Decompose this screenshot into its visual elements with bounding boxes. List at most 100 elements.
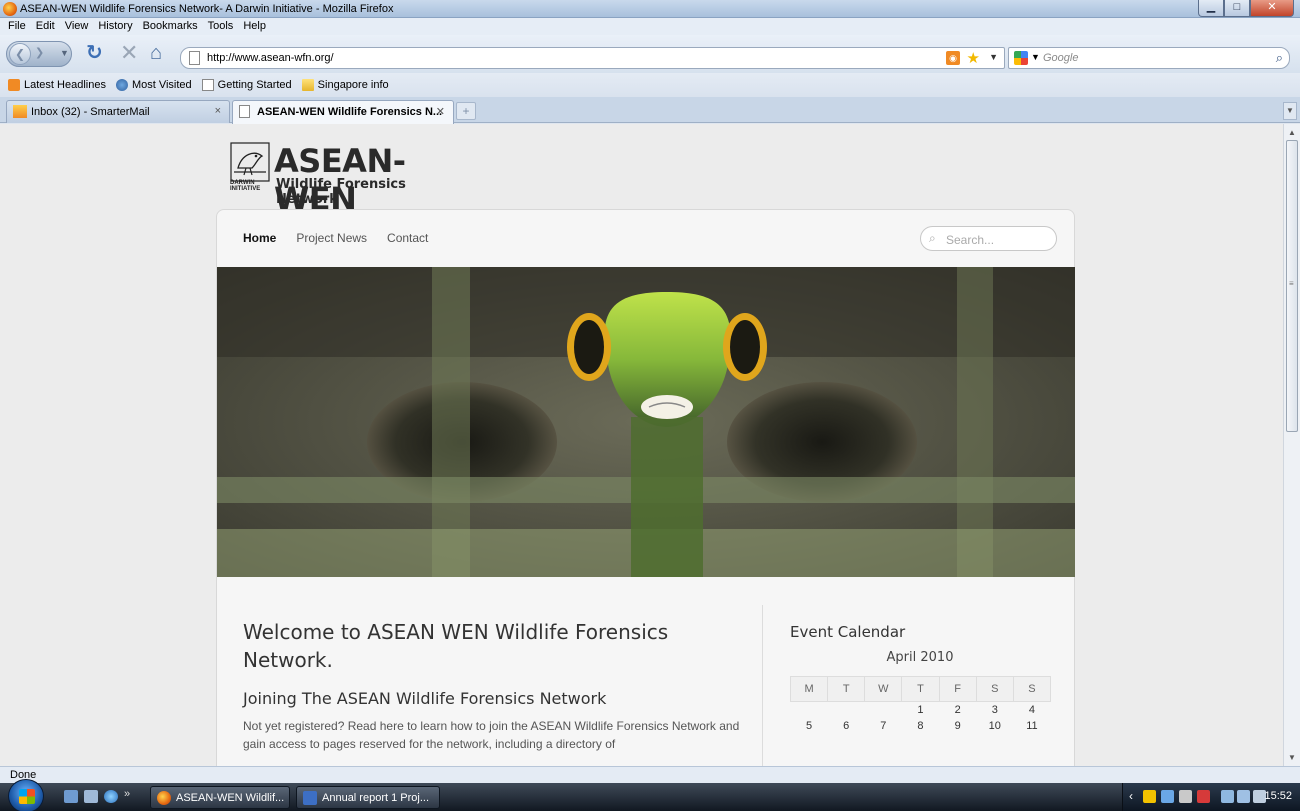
tray-utility-icon[interactable] <box>1179 790 1192 803</box>
taskbar-clock[interactable]: 15:52 <box>1264 790 1292 802</box>
event-calendar: Event Calendar April 2010 M T W T F S S … <box>789 623 1060 734</box>
taskbar-word-button[interactable]: Annual report 1 Proj... <box>296 786 440 809</box>
window-title: ASEAN-WEN Wildlife Forensics Network- A … <box>20 3 394 15</box>
url-text[interactable]: http://www.asean-wfn.org/ <box>207 52 334 64</box>
calendar-week-row: 1 2 3 4 <box>791 702 1051 718</box>
bookmark-label: Most Visited <box>131 79 192 91</box>
bookmark-latest-headlines[interactable]: Latest Headlines <box>8 79 110 91</box>
nav-project-news[interactable]: Project News <box>296 231 367 245</box>
calendar-day[interactable]: 7 <box>865 718 902 734</box>
taskbar-firefox-button[interactable]: ASEAN-WEN Wildlif... <box>150 786 290 809</box>
forward-button[interactable]: ❯ <box>35 46 44 59</box>
tab-list-icon[interactable]: ▼ <box>1283 102 1297 120</box>
vertical-scrollbar[interactable]: ▲ ≡ ▼ <box>1283 124 1300 766</box>
close-button[interactable]: ✕ <box>1250 0 1294 17</box>
back-forward-group: ❮ ❯ ▼ <box>6 41 72 67</box>
bookmark-label: Getting Started <box>217 79 292 91</box>
site-search-placeholder[interactable]: Search... <box>946 233 994 247</box>
start-button[interactable] <box>8 779 44 811</box>
weekday-wed: W <box>864 676 903 702</box>
menu-edit[interactable]: Edit <box>31 18 60 35</box>
switch-windows-icon[interactable] <box>84 790 98 803</box>
tray-network-icon[interactable] <box>1237 790 1250 803</box>
calendar-month: April 2010 <box>886 650 954 665</box>
bookmark-star-icon[interactable]: ★ <box>967 49 980 67</box>
site-logo[interactable]: DARWIN INITIATIVE ASEAN-WEN Wildlife For… <box>230 138 470 218</box>
history-dropdown-icon[interactable]: ▼ <box>60 48 69 58</box>
site-navigation: Home Project News Contact <box>243 231 428 245</box>
maximize-button[interactable]: □ <box>1224 0 1250 17</box>
weekday-fri: F <box>938 676 977 702</box>
menu-tools[interactable]: Tools <box>203 18 239 35</box>
reload-icon[interactable]: ↻ <box>86 43 103 63</box>
nav-home[interactable]: Home <box>243 231 276 245</box>
site-search-input[interactable]: ⌕ Search... <box>920 226 1057 251</box>
scroll-up-icon[interactable]: ▲ <box>1288 128 1296 137</box>
show-hidden-icons-icon[interactable]: ‹ <box>1129 789 1133 803</box>
new-tab-button[interactable]: + <box>456 102 476 120</box>
firefox-icon <box>157 791 171 805</box>
weekday-sun: S <box>1012 676 1052 702</box>
calendar-day[interactable]: 1 <box>902 702 939 718</box>
home-icon[interactable]: ⌂ <box>150 43 162 63</box>
web-search-bar[interactable]: ▼ Google ⌕ <box>1008 47 1290 69</box>
minimize-button[interactable]: ▁ <box>1198 0 1224 17</box>
scroll-down-icon[interactable]: ▼ <box>1288 753 1296 762</box>
taskbar-button-label: ASEAN-WEN Wildlif... <box>176 792 285 804</box>
nav-contact[interactable]: Contact <box>387 231 428 245</box>
tab-asean-wen[interactable]: ASEAN-WEN Wildlife Forensics N... ✕ <box>232 100 454 124</box>
calendar-day[interactable]: 6 <box>828 718 865 734</box>
calendar-day[interactable]: 9 <box>939 718 976 734</box>
page-icon <box>239 105 250 118</box>
calendar-day[interactable]: 11 <box>1013 718 1050 734</box>
back-button[interactable]: ❮ <box>9 43 31 65</box>
search-icon[interactable]: ⌕ <box>1276 50 1283 66</box>
join-title[interactable]: Joining The ASEAN Wildlife Forensics Net… <box>243 689 743 708</box>
calendar-day[interactable]: 4 <box>1013 702 1050 718</box>
calendar-day[interactable]: 3 <box>976 702 1013 718</box>
bookmark-most-visited[interactable]: Most Visited <box>115 79 196 91</box>
tab-label: Inbox (32) - SmarterMail <box>31 106 150 118</box>
search-engine-dropdown-icon[interactable]: ▼ <box>1031 52 1040 62</box>
calendar-day[interactable]: 10 <box>976 718 1013 734</box>
navigation-toolbar: ❮ ❯ ▼ ↻ ✕ ⌂ http://www.asean-wfn.org/ ◉ … <box>0 35 1300 73</box>
menu-bookmarks[interactable]: Bookmarks <box>138 18 203 35</box>
tray-network-app-icon[interactable] <box>1161 790 1174 803</box>
page-icon <box>201 79 214 91</box>
join-text: Not yet registered? Read here to learn h… <box>243 719 740 751</box>
bookmark-label: Singapore info <box>317 79 389 91</box>
bookmark-label: Latest Headlines <box>24 79 106 91</box>
url-dropdown-icon[interactable]: ▼ <box>989 52 998 62</box>
welcome-section: Welcome to ASEAN WEN Wildlife Forensics … <box>243 618 743 753</box>
calendar-day <box>865 702 902 718</box>
bookmark-getting-started[interactable]: Getting Started <box>201 79 296 91</box>
menu-file[interactable]: File <box>3 18 31 35</box>
calendar-day[interactable]: 2 <box>939 702 976 718</box>
show-desktop-icon[interactable] <box>64 790 78 803</box>
menu-view[interactable]: View <box>60 18 94 35</box>
tab-close-icon[interactable]: ✕ <box>436 105 445 118</box>
tray-antivirus-icon[interactable] <box>1197 790 1210 803</box>
menu-history[interactable]: History <box>93 18 137 35</box>
tab-smartermail[interactable]: Inbox (32) - SmarterMail × <box>6 100 230 123</box>
hero-banner-image <box>217 267 1075 577</box>
tray-app-icon[interactable] <box>1143 790 1156 803</box>
menu-help[interactable]: Help <box>238 18 271 35</box>
tab-close-icon[interactable]: × <box>215 105 221 117</box>
google-icon[interactable] <box>1014 51 1028 65</box>
calendar-day[interactable]: 8 <box>902 718 939 734</box>
calendar-table: M T W T F S S 1 2 3 4 5 6 7 8 9 10 11 <box>789 676 1052 734</box>
site-content-card: Home Project News Contact ⌕ Search... We… <box>216 209 1075 766</box>
quick-launch-more[interactable]: » <box>124 788 130 800</box>
web-search-placeholder[interactable]: Google <box>1043 52 1078 64</box>
stop-icon[interactable]: ✕ <box>120 42 138 64</box>
url-bar[interactable]: http://www.asean-wfn.org/ ◉ ★ ▼ <box>180 47 1005 69</box>
content-divider <box>762 605 763 766</box>
bookmark-singapore-info[interactable]: Singapore info <box>301 79 393 91</box>
rss-feed-icon[interactable]: ◉ <box>946 51 960 65</box>
internet-explorer-icon[interactable] <box>104 790 118 803</box>
tray-power-icon[interactable] <box>1221 790 1234 803</box>
firefox-icon <box>3 2 17 16</box>
scrollbar-thumb[interactable]: ≡ <box>1286 140 1298 432</box>
calendar-day[interactable]: 5 <box>791 718 828 734</box>
